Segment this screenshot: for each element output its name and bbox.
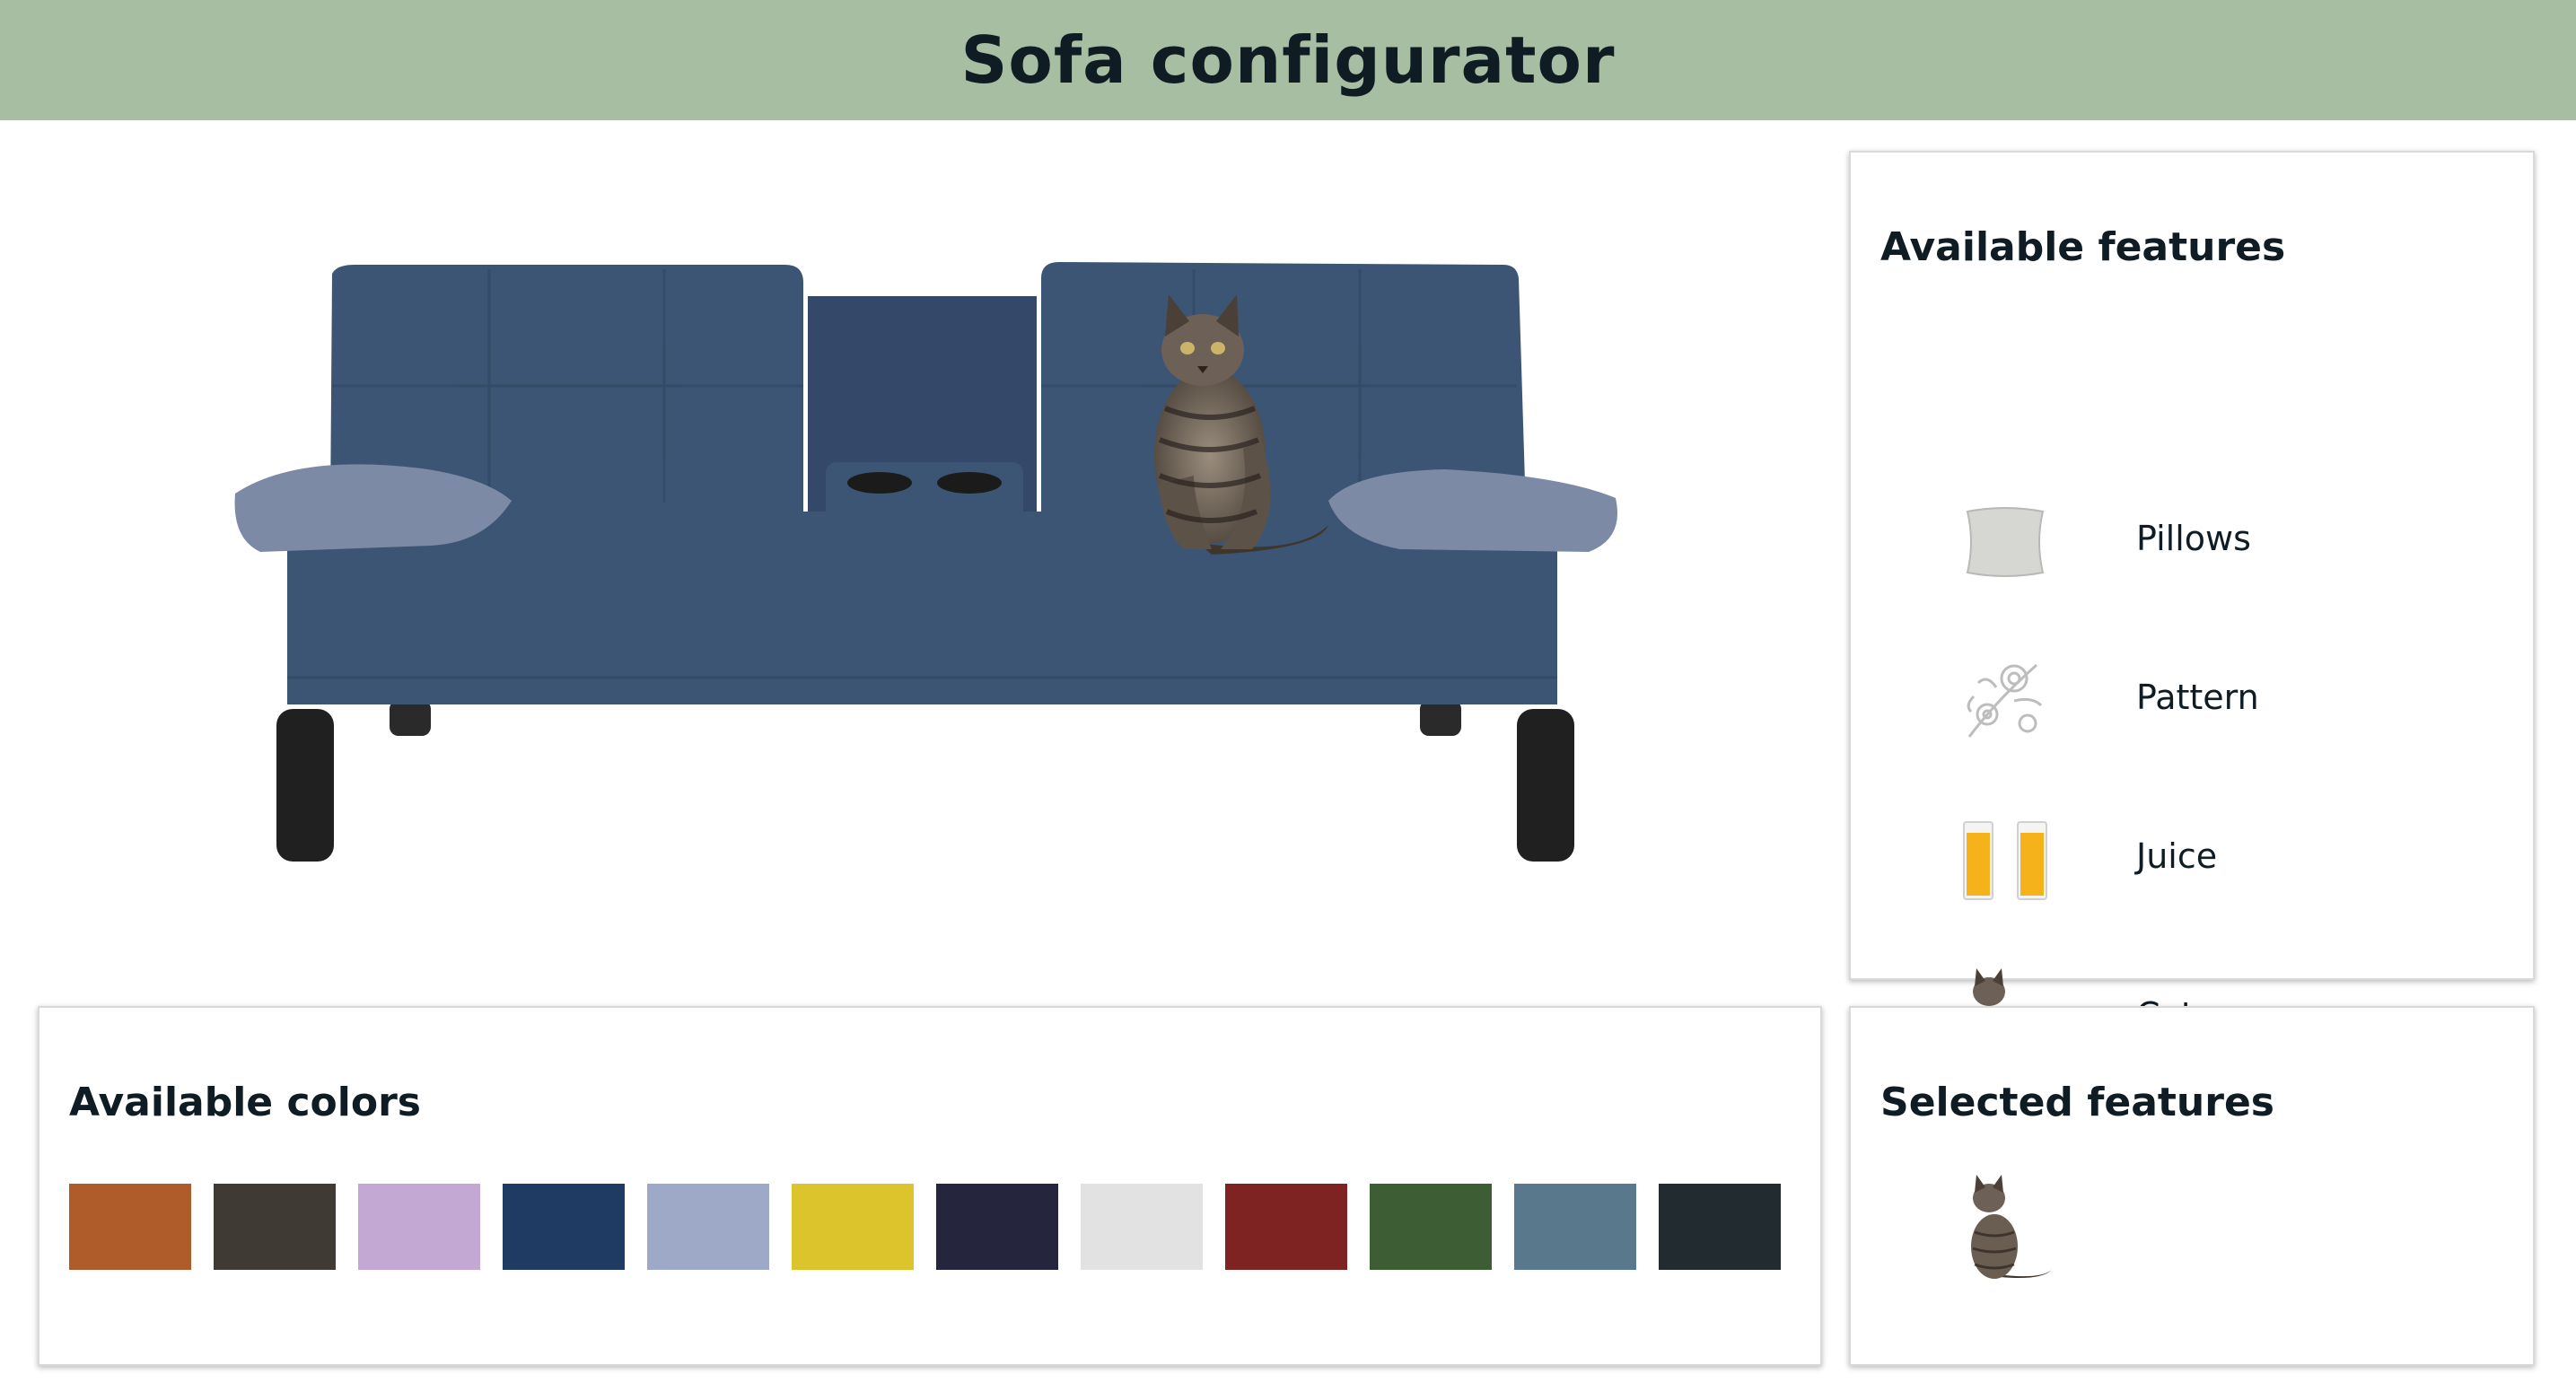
- sofa-leg: [1517, 709, 1574, 862]
- color-swatch[interactable]: [1370, 1184, 1492, 1270]
- sofa-seat: [287, 512, 1557, 704]
- feature-label: Pattern: [2136, 678, 2259, 717]
- color-swatch[interactable]: [503, 1184, 625, 1270]
- selected-cat-icon[interactable]: [1951, 1168, 2059, 1284]
- feature-label: Juice: [2136, 836, 2218, 876]
- color-swatch[interactable]: [1659, 1184, 1781, 1270]
- juice-glasses-icon: [1963, 821, 2047, 900]
- color-swatch[interactable]: [647, 1184, 769, 1270]
- sofa-preview: [162, 215, 1687, 897]
- color-swatch[interactable]: [214, 1184, 336, 1270]
- sofa-leg: [390, 700, 431, 736]
- color-swatch[interactable]: [1081, 1184, 1203, 1270]
- feature-item-pattern[interactable]: Pattern: [1851, 629, 2533, 773]
- available-features-panel: Available features Pillows Pattern Juice: [1849, 151, 2535, 1067]
- feature-item-juice[interactable]: Juice: [1851, 788, 2533, 932]
- color-swatch[interactable]: [936, 1184, 1058, 1270]
- pillow-right: [1328, 469, 1617, 552]
- available-colors-panel: Available colors: [38, 1006, 1822, 1366]
- feature-item-pillows[interactable]: Pillows: [1851, 470, 2533, 614]
- app-header: Sofa configurator: [0, 0, 2576, 120]
- floral-pattern-icon: [1967, 663, 2043, 738]
- sofa-leg: [1420, 700, 1461, 736]
- color-swatch[interactable]: [1514, 1184, 1636, 1270]
- selected-features-panel: Selected features: [1849, 1006, 2535, 1366]
- page-title: Sofa configurator: [960, 22, 1616, 98]
- color-swatch[interactable]: [792, 1184, 914, 1270]
- feature-label: Pillows: [2136, 519, 2251, 558]
- color-swatch[interactable]: [1225, 1184, 1347, 1270]
- selected-features-heading: Selected features: [1880, 1080, 2274, 1125]
- sofa-leg: [276, 709, 334, 862]
- color-swatch[interactable]: [358, 1184, 480, 1270]
- pillow-icon: [1966, 507, 2045, 577]
- available-features-heading: Available features: [1880, 224, 2286, 270]
- available-colors-heading: Available colors: [69, 1080, 421, 1125]
- color-swatch[interactable]: [69, 1184, 191, 1270]
- sofa-image: [234, 262, 1617, 862]
